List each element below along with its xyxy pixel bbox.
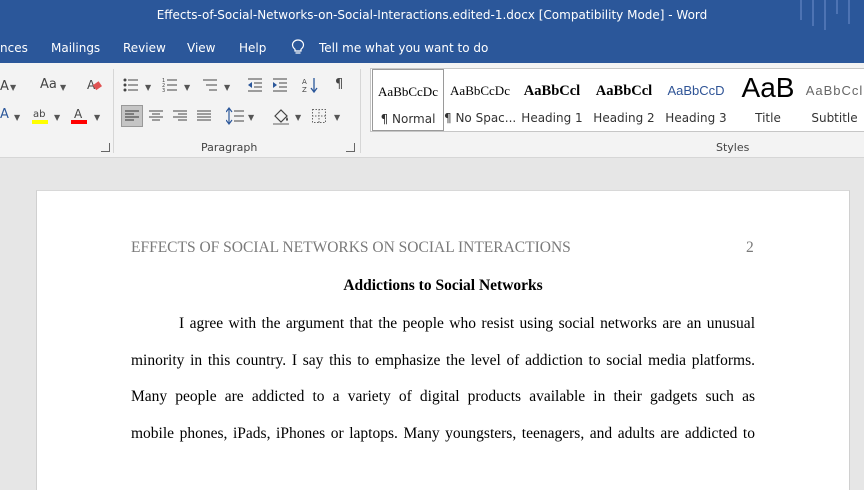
- style-name: Heading 3: [665, 111, 727, 125]
- style-name: Heading 1: [521, 111, 583, 125]
- style-no-spacing[interactable]: AaBbCcDc ¶ No Spac...: [444, 69, 516, 131]
- paragraph-group-label: Paragraph: [201, 141, 258, 154]
- paragraph-line: Many people are addicted to a variety of…: [131, 388, 755, 405]
- multilevel-list-icon[interactable]: [202, 77, 218, 93]
- tab-mailings[interactable]: Mailings: [51, 41, 100, 55]
- tell-me-search[interactable]: Tell me what you want to do: [319, 41, 488, 55]
- paragraph-dialog-launcher[interactable]: [346, 143, 355, 152]
- sort-icon[interactable]: A Z: [302, 76, 318, 94]
- title-decoration: [800, 0, 802, 20]
- section-heading: Addictions to Social Networks: [343, 277, 543, 294]
- title-decoration: [836, 0, 838, 14]
- highlight-icon[interactable]: ab: [31, 106, 49, 124]
- style-sample: AaBbCcD: [667, 83, 725, 98]
- paragraph-line: mobile phones, iPads, iPhones or laptops…: [131, 425, 755, 442]
- chevron-down-icon[interactable]: ▼: [94, 113, 100, 123]
- style-sample: AaB: [741, 72, 795, 103]
- style-sample: AaBbCcDc: [378, 84, 438, 99]
- style-sample: AaBbCcl: [523, 83, 581, 99]
- tab-help[interactable]: Help: [239, 41, 266, 55]
- style-normal[interactable]: AaBbCcDc ¶ Normal: [372, 69, 444, 131]
- ribbon-tab-row: nces Mailings Review View Help Tell me w…: [0, 32, 864, 63]
- font-dialog-launcher[interactable]: [101, 143, 110, 152]
- align-left-button[interactable]: [121, 105, 143, 127]
- running-head: EFFECTS OF SOCIAL NETWORKS ON SOCIAL INT…: [131, 239, 571, 256]
- chevron-down-icon[interactable]: ▼: [10, 83, 16, 93]
- clear-formatting-icon[interactable]: A: [86, 77, 102, 93]
- style-heading-2[interactable]: AaBbCcl Heading 2: [588, 69, 660, 131]
- show-formatting-marks-icon[interactable]: ¶: [335, 77, 343, 93]
- style-title[interactable]: AaB Title: [732, 69, 804, 131]
- style-name: Subtitle: [811, 111, 858, 125]
- svg-text:A: A: [74, 107, 83, 121]
- chevron-down-icon[interactable]: ▼: [334, 113, 340, 123]
- borders-icon[interactable]: [312, 109, 326, 123]
- title-bar: Effects-of-Social-Networks-on-Social-Int…: [0, 0, 864, 32]
- justify-icon[interactable]: [197, 109, 211, 123]
- style-name: ¶ No Spac...: [444, 111, 516, 125]
- chevron-down-icon[interactable]: ▼: [184, 83, 190, 93]
- tab-review[interactable]: Review: [123, 41, 166, 55]
- chevron-down-icon[interactable]: ▼: [60, 83, 66, 93]
- style-name: Heading 2: [593, 111, 655, 125]
- increase-indent-icon[interactable]: [272, 77, 288, 93]
- svg-text:3: 3: [162, 88, 165, 93]
- page-number: 2: [746, 239, 754, 256]
- decrease-indent-icon[interactable]: [247, 77, 263, 93]
- line-spacing-icon[interactable]: [226, 107, 244, 125]
- chevron-down-icon[interactable]: ▼: [295, 113, 301, 123]
- align-left-icon: [125, 110, 139, 121]
- chevron-down-icon[interactable]: ▼: [145, 83, 151, 93]
- style-sample: AaBbCcDc: [450, 83, 510, 98]
- bullets-icon[interactable]: [123, 77, 139, 93]
- style-heading-3[interactable]: AaBbCcD Heading 3: [660, 69, 732, 131]
- group-separator: [360, 69, 361, 153]
- document-canvas: EFFECTS OF SOCIAL NETWORKS ON SOCIAL INT…: [0, 158, 864, 490]
- title-decoration: [848, 0, 850, 24]
- paragraph-line: I agree with the argument that the peopl…: [179, 315, 755, 332]
- svg-text:ab: ab: [33, 109, 45, 120]
- text-effects-icon[interactable]: A: [0, 107, 9, 123]
- group-separator: [113, 69, 114, 153]
- align-center-icon[interactable]: [149, 109, 163, 123]
- svg-text:A: A: [302, 78, 307, 86]
- shading-icon[interactable]: [272, 107, 290, 125]
- style-name: ¶ Normal: [380, 112, 436, 126]
- chevron-down-icon[interactable]: ▼: [248, 113, 254, 123]
- numbering-icon[interactable]: 1 2 3: [162, 77, 178, 93]
- style-sample: AaBbCcl: [595, 83, 653, 99]
- window-title: Effects-of-Social-Networks-on-Social-Int…: [156, 8, 708, 22]
- title-decoration: [812, 0, 814, 26]
- font-color-icon[interactable]: A: [70, 106, 88, 124]
- style-subtitle[interactable]: AaBbCcl Subtitle: [804, 69, 864, 131]
- lightbulb-icon[interactable]: [291, 39, 305, 55]
- chevron-down-icon[interactable]: ▼: [224, 83, 230, 93]
- align-right-icon[interactable]: [173, 109, 187, 123]
- styles-group-label: Styles: [716, 141, 750, 154]
- chevron-down-icon[interactable]: ▼: [54, 113, 60, 123]
- title-decoration: [824, 0, 826, 30]
- style-name: Title: [755, 111, 781, 125]
- change-case-icon[interactable]: Aa: [40, 77, 57, 93]
- chevron-down-icon[interactable]: ▼: [14, 113, 20, 123]
- shrink-font-icon[interactable]: A: [0, 79, 9, 95]
- style-sample: AaBbCcl: [805, 83, 864, 98]
- svg-text:Z: Z: [302, 86, 307, 94]
- style-heading-1[interactable]: AaBbCcl Heading 1: [516, 69, 588, 131]
- tab-references[interactable]: nces: [0, 41, 28, 55]
- ribbon: A ▼ Aa ▼ A A ▼ ab ▼ A ▼ ▼ 1 2 3 ▼ ▼ A Z …: [0, 63, 864, 158]
- document-page[interactable]: EFFECTS OF SOCIAL NETWORKS ON SOCIAL INT…: [36, 190, 850, 490]
- paragraph-line: minority in this country. I say this to …: [131, 352, 755, 369]
- styles-gallery: AaBbCcDc ¶ Normal AaBbCcDc ¶ No Spac... …: [370, 68, 864, 132]
- tab-view[interactable]: View: [187, 41, 215, 55]
